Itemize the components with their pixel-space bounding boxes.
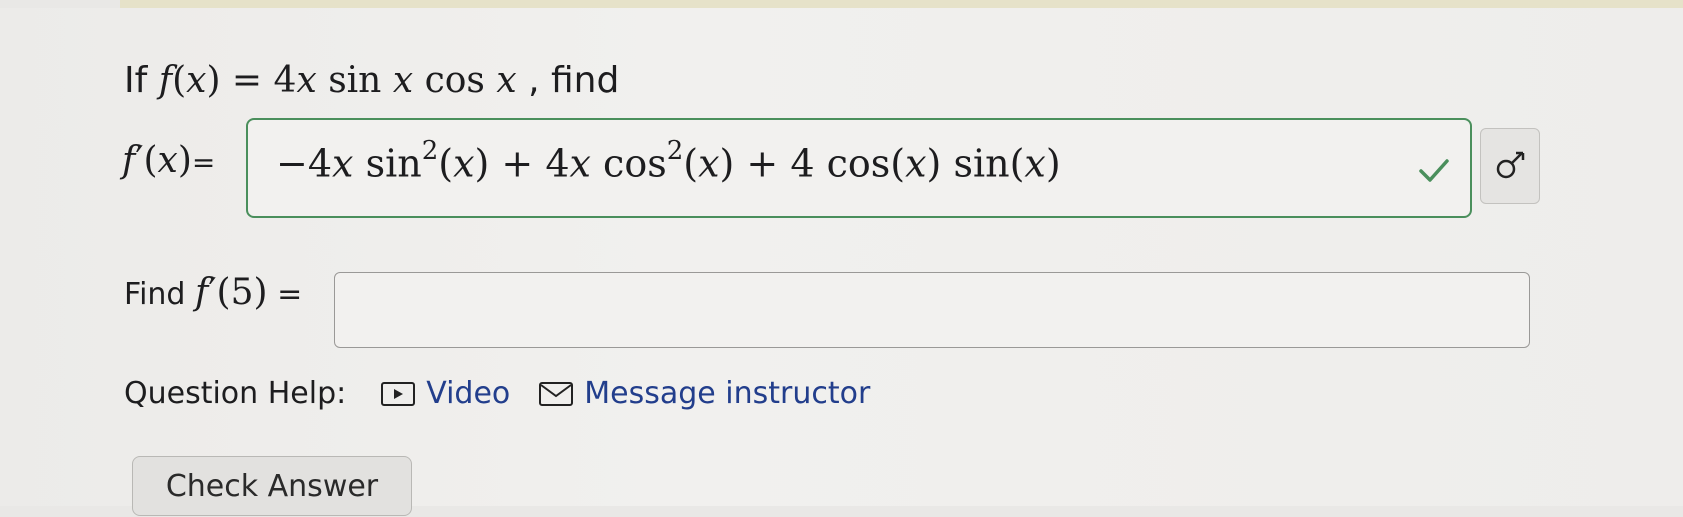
question-suffix: , find: [528, 60, 620, 101]
derivative-equals: =: [191, 146, 216, 179]
question-text: If f(x) = 4x sin x cos x , find: [124, 60, 619, 101]
check-answer-button[interactable]: Check Answer: [132, 456, 412, 516]
top-accent-bar: [120, 0, 1683, 8]
evaluate-answer-input[interactable]: [334, 272, 1530, 348]
question-help: Question Help: Video Message instructor: [124, 376, 870, 411]
video-link[interactable]: Video: [380, 376, 510, 411]
question-function: f(x) = 4x sin x cos x: [158, 60, 529, 101]
checkmark-icon: [1419, 159, 1449, 182]
formula-preview-button[interactable]: [1480, 128, 1540, 204]
evaluate-label: Find f′(5) =: [124, 272, 302, 313]
formula-preview-icon: [1496, 151, 1525, 179]
derivative-answer-field[interactable]: −4x sin2(x) + 4x cos2(x) + 4 cos(x) sin(…: [246, 118, 1472, 218]
video-link-label: Video: [426, 376, 511, 411]
evaluate-equals: =: [277, 277, 303, 312]
derivative-label: f′(x)=: [122, 140, 216, 181]
derivative-answer-value: −4x sin2(x) + 4x cos2(x) + 4 cos(x) sin(…: [276, 136, 1061, 186]
evaluate-prefix: Find: [124, 277, 186, 312]
message-instructor-label: Message instructor: [584, 376, 871, 411]
evaluate-math: f′(5): [195, 272, 268, 313]
question-prefix: If: [124, 60, 148, 101]
envelope-icon: [539, 381, 574, 406]
video-play-icon: [381, 381, 416, 406]
question-help-label: Question Help:: [124, 376, 347, 411]
message-instructor-link[interactable]: Message instructor: [538, 376, 870, 411]
